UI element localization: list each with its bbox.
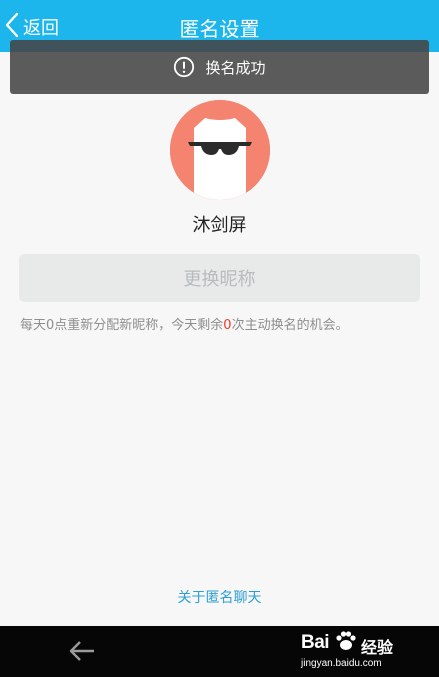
system-nav-bar: Bai 经验 jingyan.baidu.com [0,626,439,677]
toast-message: 换名成功 [205,58,266,77]
watermark-url: jingyan.baidu.com [301,658,382,669]
baidu-watermark: Bai 经验 jingyan.baidu.com [301,629,411,672]
nickname: 沐剑屏 [192,215,247,236]
sunglasses-cat-icon [170,100,270,200]
watermark-logo: Bai [301,632,330,653]
about-anonymous-chat-link[interactable]: 关于匿名聊天 [0,587,439,607]
hint-prefix: 每天0点重新分配新昵称，今天剩余 [20,318,224,333]
watermark-label: 经验 [361,638,394,657]
success-toast: 换名成功 [10,40,429,94]
arrow-left-icon [68,641,96,667]
alert-circle-icon [173,56,195,78]
hint-suffix: 次主动换名的机会。 [231,318,349,333]
paw-icon [334,629,358,653]
hint-text: 每天0点重新分配新昵称，今天剩余0次主动换名的机会。 [20,314,430,333]
remaining-count: 0 [223,318,232,333]
avatar [170,100,270,200]
page-title: 匿名设置 [179,17,260,41]
change-nickname-label: 更换昵称 [183,269,256,290]
change-nickname-button[interactable]: 更换昵称 [19,254,420,302]
nav-back-button[interactable] [68,639,96,663]
